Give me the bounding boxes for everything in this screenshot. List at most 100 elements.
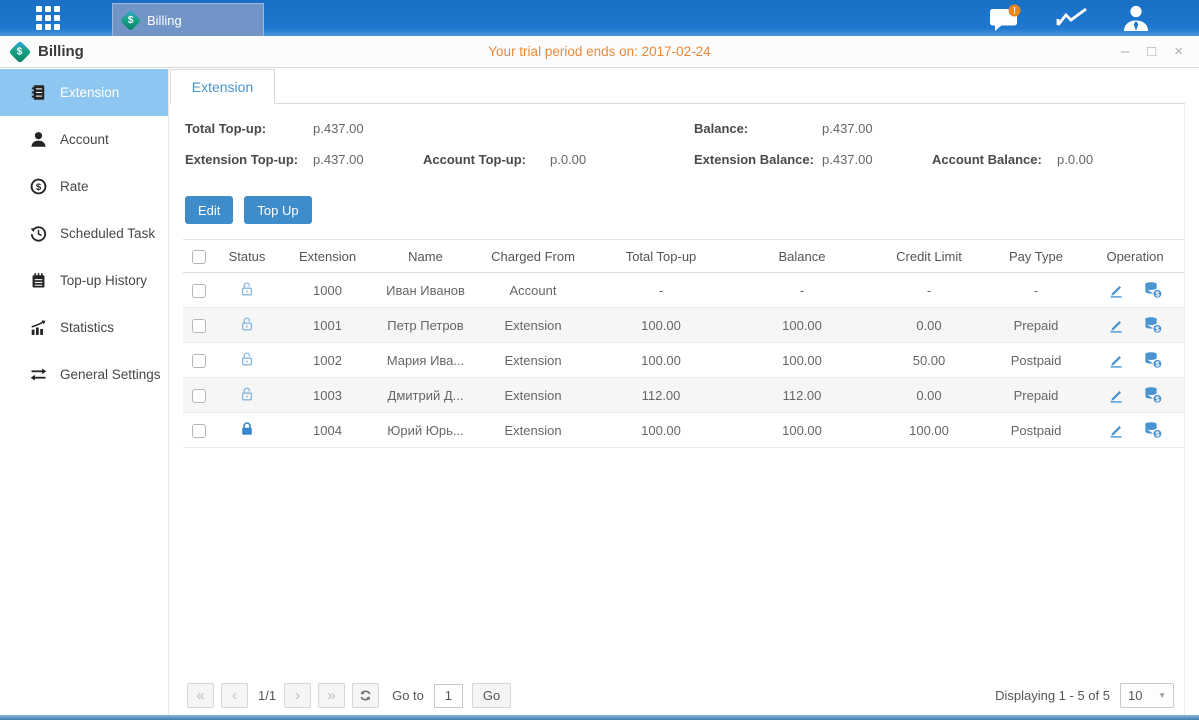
table-header-row: Status Extension Name Charged From Total… (183, 240, 1184, 273)
cell-credit-limit: 50.00 (872, 343, 986, 378)
sidebar-item-rate[interactable]: $ Rate (0, 163, 168, 210)
col-name: Name (375, 240, 476, 273)
sidebar-item-label: Top-up History (60, 273, 147, 288)
cell-extension: 1001 (280, 308, 375, 343)
sidebar-item-label: Account (60, 132, 109, 147)
sidebar-item-label: General Settings (60, 367, 161, 382)
person-icon (30, 131, 47, 148)
row-checkbox[interactable] (192, 319, 206, 333)
sidebar-item-label: Extension (60, 85, 119, 100)
cell-total-topup: - (590, 273, 732, 308)
cell-total-topup: 100.00 (590, 308, 732, 343)
page-size-select[interactable]: 10 ▼ (1120, 683, 1174, 708)
trial-notice: Your trial period ends on: 2017-02-24 (0, 44, 1199, 59)
cell-total-topup: 100.00 (590, 343, 732, 378)
top-up-coins-icon[interactable]: $ (1143, 316, 1163, 334)
apps-grid-icon[interactable] (36, 6, 60, 30)
tab-extension[interactable]: Extension (170, 69, 275, 104)
sidebar: Extension Account $ Rate Scheduled Task (0, 68, 169, 715)
cell-balance: - (732, 273, 872, 308)
total-topup-value: p.437.00 (313, 121, 364, 136)
taskbar-right-icons: ! (989, 4, 1151, 32)
refresh-button[interactable] (352, 683, 379, 708)
next-page-button[interactable]: › (284, 683, 311, 708)
cell-charged-from: Extension (476, 378, 590, 413)
table-row: 1003 Дмитрий Д... Extension 112.00 112.0… (183, 378, 1184, 413)
sidebar-item-account[interactable]: Account (0, 116, 168, 163)
content-area: Extension Total Top-up: p.437.00 Balance… (169, 68, 1199, 715)
total-topup-label: Total Top-up: (185, 121, 266, 136)
stats-chart-icon (30, 319, 47, 336)
close-icon[interactable]: × (1174, 44, 1183, 59)
sidebar-item-topup-history[interactable]: Top-up History (0, 257, 168, 304)
edit-icon[interactable] (1107, 386, 1125, 404)
col-extension: Extension (280, 240, 375, 273)
cell-charged-from: Extension (476, 413, 590, 448)
notifications-chat-icon[interactable]: ! (989, 4, 1023, 32)
maximize-icon[interactable]: □ (1147, 44, 1156, 59)
cell-credit-limit: 0.00 (872, 378, 986, 413)
top-up-coins-icon[interactable]: $ (1143, 421, 1163, 439)
ledger-icon (30, 84, 47, 101)
prev-page-button[interactable]: ‹ (221, 683, 248, 708)
lock-closed-icon (239, 421, 255, 437)
col-status: Status (214, 240, 280, 273)
window-titlebar: Your trial period ends on: 2017-02-24 $ … (0, 36, 1199, 68)
col-total-topup: Total Top-up (590, 240, 732, 273)
first-page-button[interactable]: « (187, 683, 214, 708)
edit-icon[interactable] (1107, 316, 1125, 334)
balance-summary: Total Top-up: p.437.00 Balance: p.437.00… (183, 104, 1184, 190)
top-up-coins-icon[interactable]: $ (1143, 386, 1163, 404)
col-pay-type: Pay Type (986, 240, 1086, 273)
edit-icon[interactable] (1107, 421, 1125, 439)
goto-label: Go to (392, 688, 424, 703)
lock-open-icon (239, 351, 255, 367)
sidebar-item-label: Statistics (60, 320, 114, 335)
select-all-checkbox[interactable] (192, 250, 206, 264)
goto-page-input[interactable] (434, 684, 463, 708)
sidebar-item-scheduled-task[interactable]: Scheduled Task (0, 210, 168, 257)
toolbar: Edit Top Up (183, 196, 1184, 224)
user-account-icon[interactable] (1121, 4, 1151, 32)
table-row: 1000 Иван Иванов Account - - - - $ (183, 273, 1184, 308)
row-checkbox[interactable] (192, 354, 206, 368)
sidebar-item-statistics[interactable]: Statistics (0, 304, 168, 351)
edit-button[interactable]: Edit (185, 196, 233, 224)
go-button[interactable]: Go (472, 683, 511, 708)
cell-extension: 1004 (280, 413, 375, 448)
app-body: Extension Account $ Rate Scheduled Task (0, 68, 1199, 715)
col-charged-from: Charged From (476, 240, 590, 273)
top-up-coins-icon[interactable]: $ (1143, 281, 1163, 299)
cell-credit-limit: - (872, 273, 986, 308)
top-up-button[interactable]: Top Up (244, 196, 311, 224)
page-size-value: 10 (1128, 688, 1142, 703)
row-checkbox[interactable] (192, 389, 206, 403)
cell-credit-limit: 0.00 (872, 308, 986, 343)
sidebar-item-extension[interactable]: Extension (0, 69, 168, 116)
cell-credit-limit: 100.00 (872, 413, 986, 448)
sidebar-item-general-settings[interactable]: General Settings (0, 351, 168, 398)
resource-monitor-icon[interactable] (1055, 5, 1089, 31)
cell-pay-type: Postpaid (986, 413, 1086, 448)
cell-name: Дмитрий Д... (375, 378, 476, 413)
extensions-table: Status Extension Name Charged From Total… (183, 239, 1184, 448)
edit-icon[interactable] (1107, 281, 1125, 299)
balance-value: p.437.00 (822, 121, 873, 136)
cell-total-topup: 112.00 (590, 378, 732, 413)
minimize-icon[interactable]: – (1121, 44, 1129, 59)
account-balance-label: Account Balance: (932, 152, 1042, 167)
cell-extension: 1002 (280, 343, 375, 378)
col-operation: Operation (1086, 240, 1184, 273)
cell-charged-from: Extension (476, 343, 590, 378)
row-checkbox[interactable] (192, 424, 206, 438)
edit-icon[interactable] (1107, 351, 1125, 369)
cell-pay-type: Postpaid (986, 343, 1086, 378)
taskbar-tab-billing[interactable]: $ Billing (112, 3, 264, 36)
cell-pay-type: - (986, 273, 1086, 308)
row-checkbox[interactable] (192, 284, 206, 298)
last-page-button[interactable]: » (318, 683, 345, 708)
balance-label: Balance: (694, 121, 748, 136)
top-up-coins-icon[interactable]: $ (1143, 351, 1163, 369)
account-topup-value: p.0.00 (550, 152, 586, 167)
cell-pay-type: Prepaid (986, 378, 1086, 413)
